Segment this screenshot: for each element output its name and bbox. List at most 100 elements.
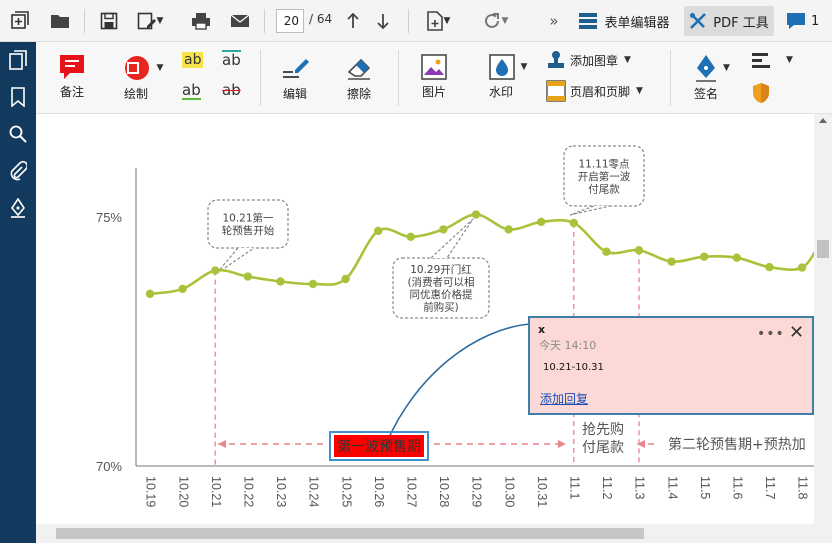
note-button[interactable]: 备注 <box>56 54 88 100</box>
callout-pointer <box>569 205 611 216</box>
draw-button[interactable]: ▼ 绘制 <box>118 54 168 102</box>
chevron-down-icon[interactable]: ▼ <box>636 86 643 96</box>
arrow-head <box>218 440 226 448</box>
callout-label: 10.21第一 <box>222 212 274 225</box>
form-editor-label: 表单编辑器 <box>604 15 670 31</box>
draw-label: 绘制 <box>123 87 148 101</box>
x-tick-label: 11.7 <box>763 476 777 499</box>
x-tick-labels: 10.19 10.20 10.21 10.22 10.23 10.24 10.25 10.26… <box>144 476 810 507</box>
chevron-down-icon[interactable]: ▼ <box>624 55 631 65</box>
security-button[interactable] <box>752 82 770 104</box>
highlight-text-button[interactable]: ab <box>182 52 204 68</box>
new-document-icon[interactable] <box>6 6 34 36</box>
data-point <box>341 274 350 284</box>
create-document-icon[interactable]: ▼ <box>418 6 458 36</box>
arrow-head <box>637 440 645 448</box>
erase-label: 擦除 <box>346 87 371 101</box>
data-point <box>439 225 448 234</box>
data-point <box>732 253 741 262</box>
x-tick-label: 11.4 <box>665 476 679 499</box>
x-tick-label: 10.30 <box>502 476 516 507</box>
email-icon[interactable] <box>227 6 253 36</box>
popup-connector-line <box>385 323 531 445</box>
previous-page-arrow-icon[interactable] <box>342 6 364 36</box>
x-tick-label: 10.31 <box>535 476 549 507</box>
callout-label: 轮预售开始 <box>222 224 275 237</box>
ribbon-separator <box>260 50 261 106</box>
erase-button[interactable]: 擦除 <box>342 54 376 102</box>
bookmark-icon[interactable] <box>8 87 28 107</box>
next-page-arrow-icon[interactable] <box>372 6 394 36</box>
data-point <box>667 257 676 266</box>
chevron-down-icon[interactable]: ▼ <box>444 16 451 26</box>
vertical-scrollbar[interactable] <box>814 114 832 524</box>
scroll-up-arrow-icon[interactable] <box>819 118 827 123</box>
underline-text-button[interactable]: ab <box>182 82 201 100</box>
x-tick-label: 10.19 <box>144 476 158 507</box>
vertical-scroll-thumb[interactable] <box>817 240 829 258</box>
x-tick-label: 11.8 <box>796 476 810 499</box>
chevron-down-icon[interactable]: ▼ <box>157 16 164 26</box>
save-as-icon[interactable]: ▼ <box>130 6 170 36</box>
rotate-refresh-icon[interactable]: ▼ <box>474 6 516 36</box>
pages-icon[interactable] <box>8 50 28 70</box>
form-editor-button[interactable]: 表单编辑器 <box>574 6 674 36</box>
y-tick-label: 70% <box>96 459 122 474</box>
form-fields-button[interactable]: ▼ <box>752 52 793 68</box>
left-sidebar <box>0 42 36 543</box>
signature-pen-icon[interactable] <box>8 198 28 218</box>
chevron-down-icon[interactable]: ▼ <box>157 63 164 73</box>
callout-label: 10.29开门红 <box>410 263 472 276</box>
insert-text-button[interactable]: ab <box>222 50 241 68</box>
comments-count: 1 <box>811 13 820 29</box>
horizontal-scrollbar[interactable] <box>36 524 832 543</box>
note-icon <box>60 55 84 79</box>
save-icon[interactable] <box>96 6 122 36</box>
image-button[interactable]: 图片 <box>418 54 450 100</box>
list-menu-icon <box>752 53 770 68</box>
form-editor-icon <box>579 13 598 29</box>
print-icon[interactable] <box>188 6 214 36</box>
data-point <box>374 226 383 236</box>
chevron-down-icon[interactable]: ▼ <box>786 55 793 65</box>
add-reply-link[interactable]: 添加回复 <box>540 390 588 407</box>
page-number-input[interactable]: 20 <box>276 9 304 33</box>
header-footer-button[interactable]: 页眉和页脚 ▼ <box>546 80 643 102</box>
header-footer-icon <box>546 80 566 102</box>
comments-button[interactable]: 1 <box>786 6 826 36</box>
search-icon[interactable] <box>8 124 28 144</box>
watermark-button[interactable]: ▼ 水印 <box>484 54 532 100</box>
close-icon[interactable]: ✕ <box>789 324 804 342</box>
data-point <box>471 210 481 219</box>
data-point <box>145 289 155 299</box>
chevron-down-icon[interactable]: ▼ <box>723 63 730 73</box>
x-tick-label: 10.26 <box>372 476 386 507</box>
callout-label: 前购买) <box>423 301 459 314</box>
pen-nib-icon <box>696 55 717 82</box>
callout-label: (消费者可以相 <box>407 276 474 289</box>
data-point <box>211 266 220 275</box>
sign-button[interactable]: ▼ 签名 <box>690 54 734 102</box>
chevron-down-icon[interactable]: ▼ <box>521 62 528 72</box>
data-point <box>504 225 513 234</box>
data-point <box>569 218 578 228</box>
more-options-icon[interactable]: ••• <box>757 326 785 342</box>
more-tools-button[interactable]: » <box>546 6 562 36</box>
watermark-icon <box>488 54 515 80</box>
strikeout-text-button[interactable]: ab <box>222 82 241 98</box>
pdf-tools-tab[interactable]: PDF 工具 <box>684 6 774 36</box>
x-tick-label: 10.20 <box>176 476 190 507</box>
comment-popup[interactable]: x 今天 14:10 ••• ✕ 10.21-10.31 添加回复 <box>528 316 814 415</box>
add-stamp-button[interactable]: 添加图章 ▼ <box>546 50 631 70</box>
popup-pin-icon[interactable]: x <box>538 323 545 336</box>
edit-button[interactable]: 编辑 <box>278 54 312 102</box>
comment-timestamp: 今天 14:10 <box>539 339 597 352</box>
y-tick-label: 75% <box>96 210 122 225</box>
open-folder-icon[interactable] <box>46 6 74 36</box>
chevron-down-icon[interactable]: ▼ <box>502 16 509 26</box>
x-tick-label: 10.29 <box>470 476 484 507</box>
horizontal-scroll-thumb[interactable] <box>56 528 644 539</box>
comment-text[interactable]: 10.21-10.31 <box>543 362 604 373</box>
top-toolbar: ▼ 20 / 64 ▼ ▼ » 表单编辑器 PDF 工具 1 <box>0 0 832 42</box>
attachment-icon[interactable] <box>8 161 28 181</box>
